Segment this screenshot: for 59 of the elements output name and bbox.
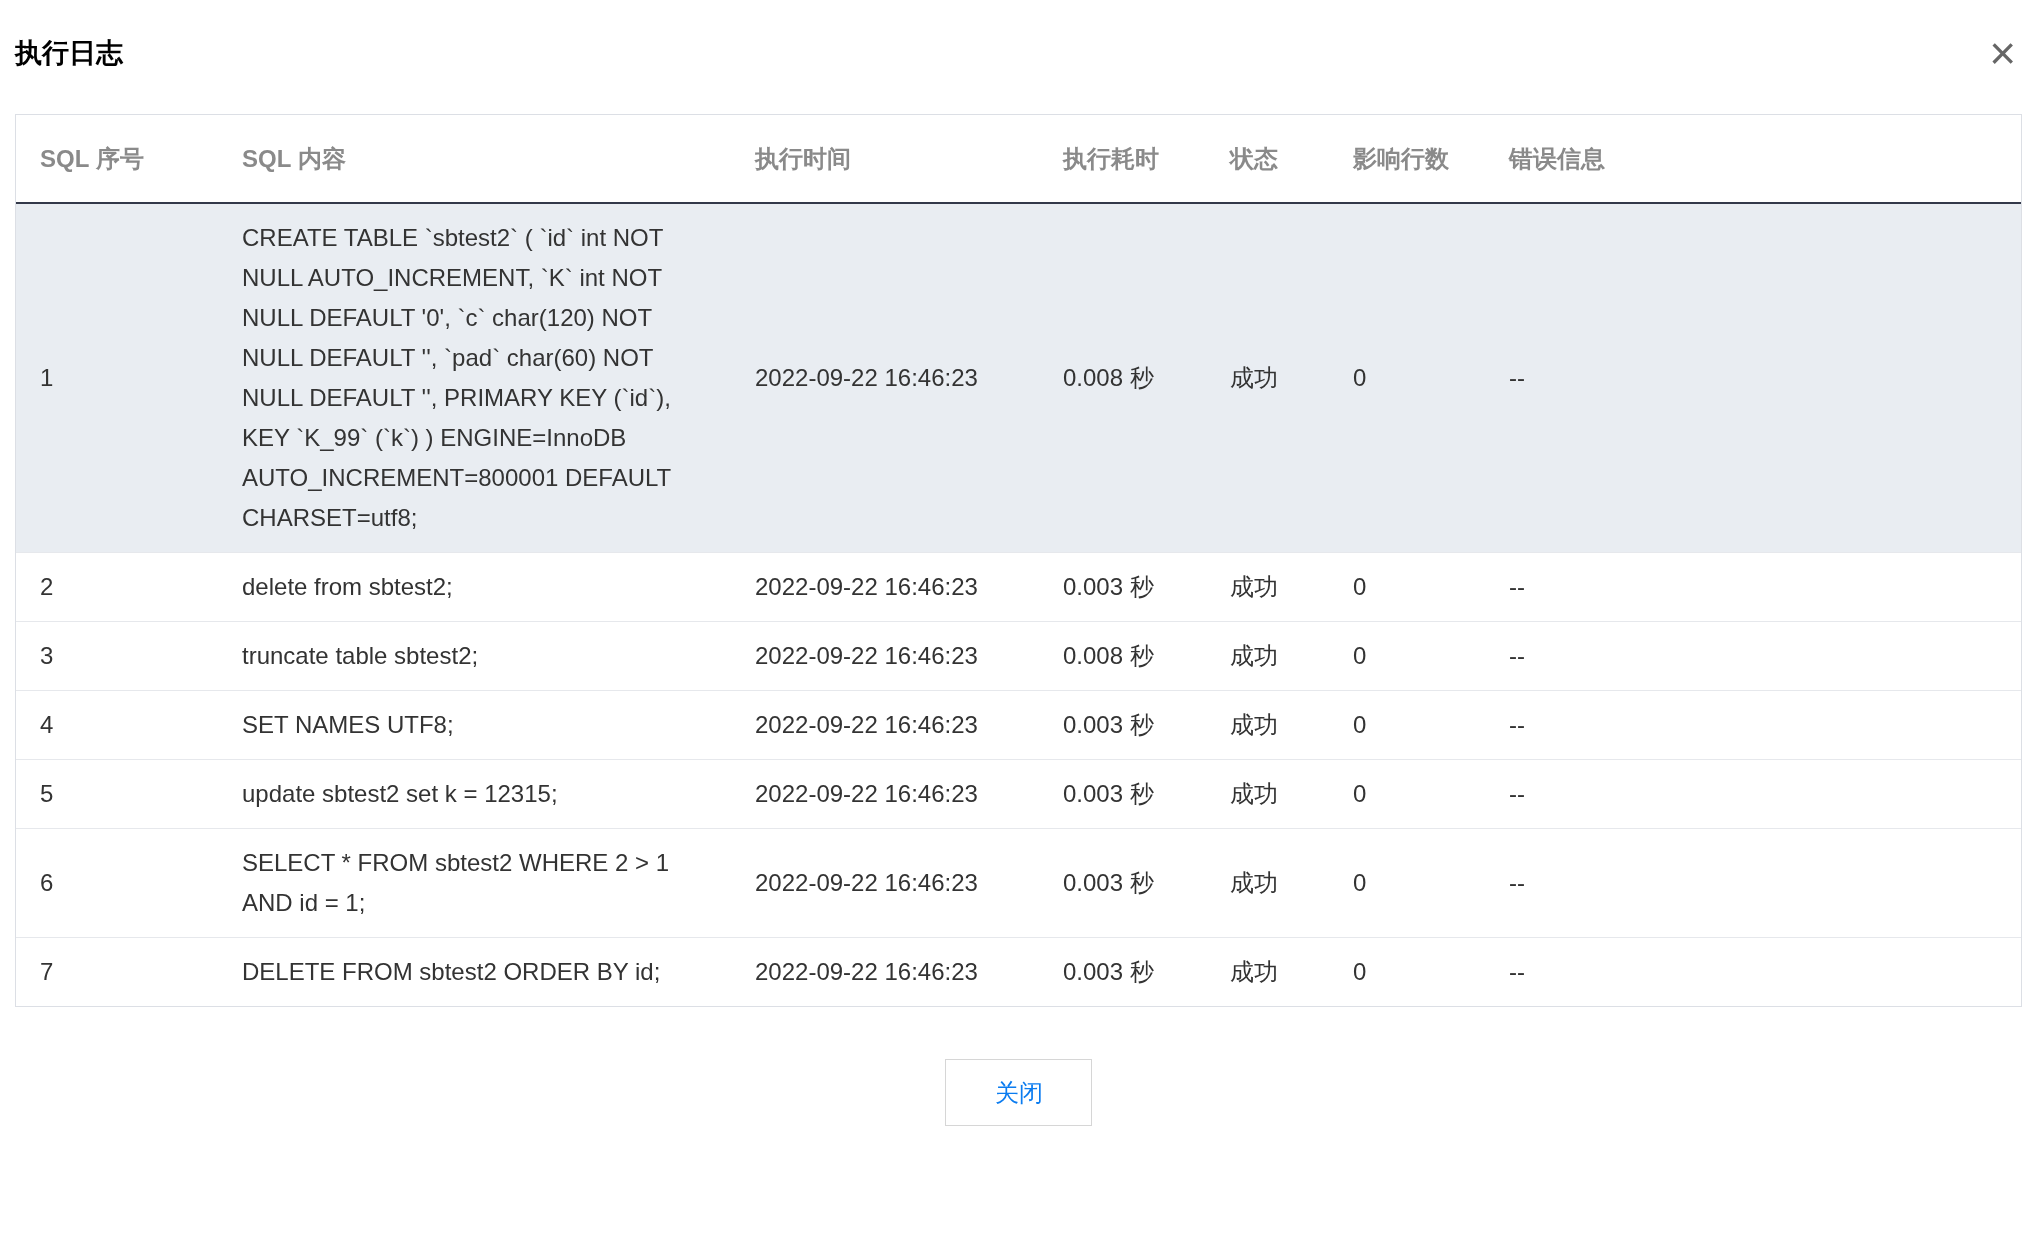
- table-cell: 0.003 秒: [1039, 759, 1206, 829]
- table-row[interactable]: 5 update sbtest2 set k = 12315; 2022-09-22 16:46:23 0.003 秒 成功 0 --: [16, 759, 2021, 829]
- table-cell: 0: [1329, 828, 1485, 938]
- table-cell: --: [1485, 937, 2021, 1006]
- table-cell: 成功: [1206, 621, 1329, 691]
- table-cell: DELETE FROM sbtest2 ORDER BY id;: [218, 937, 731, 1006]
- table-row[interactable]: 2 delete from sbtest2; 2022-09-22 16:46:23 0.003 秒 成功 0 --: [16, 552, 2021, 622]
- close-dialog-button[interactable]: 关闭: [945, 1059, 1092, 1126]
- table-cell: 成功: [1206, 552, 1329, 622]
- table-cell: 成功: [1206, 759, 1329, 829]
- table-cell: 3: [16, 621, 218, 691]
- table-cell: 2022-09-22 16:46:23: [731, 690, 1039, 760]
- table-cell: 0: [1329, 621, 1485, 691]
- table-cell: --: [1485, 828, 2021, 938]
- table-cell: 2022-09-22 16:46:23: [731, 828, 1039, 938]
- table-cell: 0: [1329, 690, 1485, 760]
- table-cell: --: [1485, 621, 2021, 691]
- table-cell: 0.003 秒: [1039, 552, 1206, 622]
- table-cell: 2022-09-22 16:46:23: [731, 759, 1039, 829]
- table-cell: 2022-09-22 16:46:23: [731, 203, 1039, 553]
- table-cell: CREATE TABLE `sbtest2` ( `id` int NOT NULL AUTO_INCREMENT, `K` int NOT NULL DEFAULT '0', `c` char(120) NOT NULL DEFAULT '', `pad` char(60) NOT NULL DEFAULT '', PRIMARY KEY (`id`), KEY `K_99` (`k`) ) ENGINE=InnoDB AUTO_INCREMENT=800001 DEFAULT CHARSET=utf8;: [218, 203, 731, 553]
- dialog-title: 执行日志: [15, 36, 123, 70]
- table-cell: --: [1485, 203, 2021, 553]
- table-cell: 成功: [1206, 828, 1329, 938]
- table-cell: 0.003 秒: [1039, 937, 1206, 1006]
- table-cell: 5: [16, 759, 218, 829]
- table-row[interactable]: [16, 203, 2021, 553]
- table-cell: 4: [16, 690, 218, 760]
- close-button[interactable]: ×: [1983, 30, 2022, 76]
- table-cell: 1: [16, 203, 218, 553]
- table-cell: 成功: [1206, 203, 1329, 553]
- table-cell: delete from sbtest2;: [218, 552, 731, 622]
- table-cell: --: [1485, 759, 2021, 829]
- table-cell: 0: [1329, 937, 1485, 1006]
- table-cell: SELECT * FROM sbtest2 WHERE 2 > 1 AND id = 1;: [218, 828, 731, 938]
- table-row[interactable]: 7 DELETE FROM sbtest2 ORDER BY id; 2022-09-22 16:46:23 0.003 秒 成功 0 --: [16, 937, 2021, 1006]
- table-row[interactable]: 4 SET NAMES UTF8; 2022-09-22 16:46:23 0.003 秒 成功 0 --: [16, 690, 2021, 760]
- table-cell: 0.003 秒: [1039, 828, 1206, 938]
- table-cell: 2: [16, 552, 218, 622]
- table-cell: 0: [1329, 203, 1485, 553]
- table-cell: update sbtest2 set k = 12315;: [218, 759, 731, 829]
- table-cell: 2022-09-22 16:46:23: [731, 552, 1039, 622]
- table-cell: --: [1485, 690, 2021, 760]
- table-cell: 7: [16, 937, 218, 1006]
- table-cell: 成功: [1206, 937, 1329, 1006]
- table-cell: 2022-09-22 16:46:23: [731, 621, 1039, 691]
- table-cell: 0.008 秒: [1039, 203, 1206, 553]
- table-row[interactable]: 3 truncate table sbtest2; 2022-09-22 16:46:23 0.008 秒 成功 0 --: [16, 621, 2021, 691]
- table-cell: 6: [16, 828, 218, 938]
- table-row[interactable]: 6 SELECT * FROM sbtest2 WHERE 2 > 1 AND id = 1; 2022-09-22 16:46:23 0.003 秒 成功 0 --: [16, 828, 2021, 938]
- table-cell: --: [1485, 552, 2021, 622]
- table-cell: 0.008 秒: [1039, 621, 1206, 691]
- table-cell: SET NAMES UTF8;: [218, 690, 731, 760]
- table-cell: 2022-09-22 16:46:23: [731, 937, 1039, 1006]
- table-cell: truncate table sbtest2;: [218, 621, 731, 691]
- table-cell: 0.003 秒: [1039, 690, 1206, 760]
- table-cell: 0: [1329, 552, 1485, 622]
- table-cell: 成功: [1206, 690, 1329, 760]
- table-cell: 0: [1329, 759, 1485, 829]
